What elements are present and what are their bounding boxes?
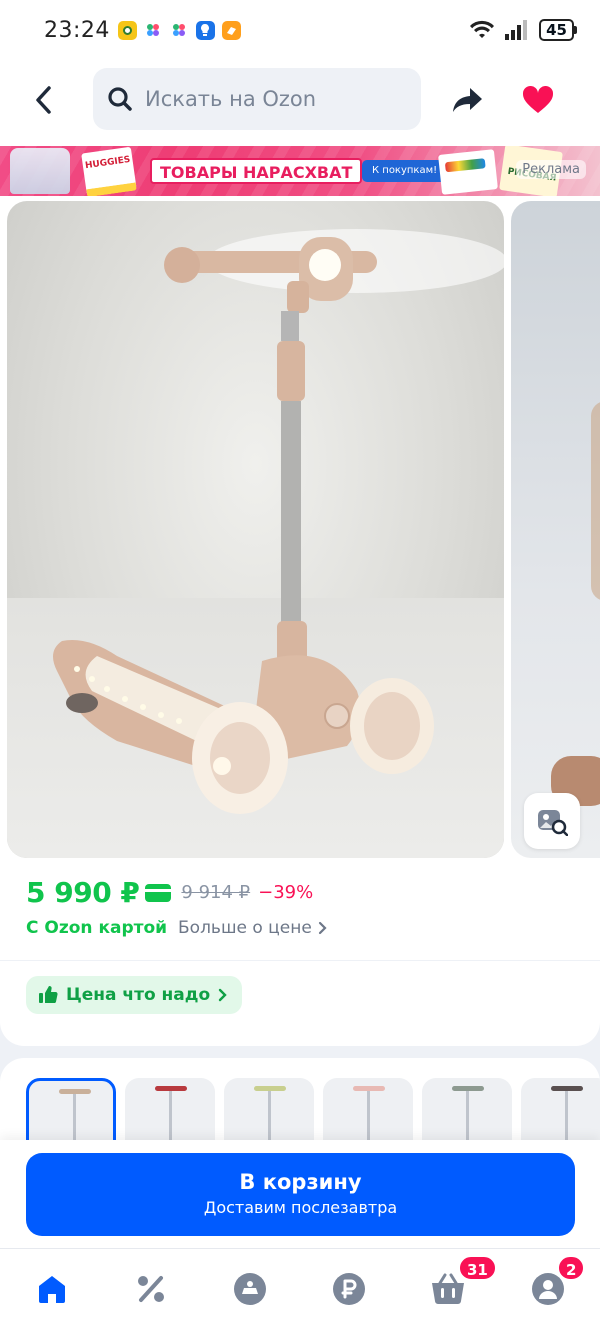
search-input[interactable]: Искать на Ozon — [93, 68, 421, 130]
back-button[interactable] — [24, 80, 64, 120]
add-to-cart-area: В корзину Доставим послезавтра — [0, 1140, 600, 1248]
chevron-right-icon — [218, 988, 227, 1002]
heart-icon — [522, 86, 554, 113]
product-photo-next[interactable] — [511, 201, 600, 858]
chevron-right-icon — [318, 921, 327, 935]
ad-label[interactable]: Реклама — [516, 160, 586, 179]
discount-percent: −39% — [258, 882, 314, 903]
banner-headline: ТОВАРЫ НАРАСХВАТ — [150, 158, 363, 184]
more-about-price-link[interactable]: Больше о цене — [178, 918, 328, 938]
share-button[interactable] — [448, 80, 488, 120]
photo-next-detail — [591, 401, 600, 601]
variant-handlebar — [452, 1086, 484, 1091]
cart-basket-icon — [432, 1273, 464, 1304]
banner-cta-button[interactable]: К покупкам! — [362, 160, 448, 182]
variant-handlebar — [551, 1086, 583, 1091]
tab-discounts[interactable] — [133, 1271, 169, 1307]
product-gallery[interactable] — [0, 196, 600, 868]
more-about-price-label: Больше о цене — [178, 918, 312, 938]
add-to-cart-label: В корзину — [239, 1170, 362, 1194]
tab-home[interactable] — [34, 1271, 70, 1307]
good-price-badge[interactable]: Цена что надо — [26, 976, 243, 1014]
find-similar-button[interactable] — [524, 793, 580, 849]
ruble-icon — [333, 1273, 365, 1305]
variant-handlebar — [155, 1086, 187, 1091]
banner-product-bottle — [10, 148, 70, 194]
share-arrow-icon — [453, 88, 482, 112]
status-bar: 23:24 45 — [0, 0, 600, 60]
app-notification-icon — [117, 20, 137, 40]
app-notification-icon — [195, 20, 215, 40]
variant-handlebar — [59, 1089, 91, 1094]
ad-banner[interactable]: HUGGIES ТОВАРЫ НАРАСХВАТ К покупкам! РИС… — [0, 146, 600, 196]
price-block: 5 990 ₽ 9 914 ₽ −39% С Ozon картой Больш… — [0, 868, 600, 1046]
current-price: 5 990 ₽ — [26, 876, 140, 909]
good-price-label: Цена что надо — [66, 985, 211, 1005]
ozon-card-icon — [145, 883, 172, 902]
old-price: 9 914 ₽ — [181, 882, 251, 903]
variant-handlebar — [254, 1086, 286, 1091]
cart-badge: 31 — [458, 1255, 497, 1281]
product-photo[interactable] — [7, 201, 504, 858]
divider — [0, 960, 600, 961]
app-notification-icon — [144, 21, 163, 40]
banner-product-huggies: HUGGIES — [81, 146, 137, 196]
ozon-card-label: С Ozon картой — [26, 918, 168, 938]
bottom-tab-bar: 31 2 — [0, 1248, 600, 1327]
chevron-left-icon — [36, 86, 51, 114]
app-notification-icon — [221, 20, 241, 40]
tab-fresh[interactable] — [232, 1271, 268, 1307]
banner-product-box — [438, 149, 498, 195]
delivery-label: Доставим послезавтра — [203, 1198, 398, 1217]
search-placeholder: Искать на Ozon — [145, 87, 317, 111]
search-icon — [108, 87, 132, 111]
top-navigation: Искать на Ozon — [0, 60, 600, 146]
app-notification-icon — [170, 21, 189, 40]
status-time: 23:24 — [44, 17, 110, 43]
battery-icon: 45 — [539, 19, 577, 41]
banner-brand-huggies: HUGGIES — [84, 154, 132, 172]
signal-icon — [505, 20, 528, 40]
add-to-cart-button[interactable]: В корзину Доставим послезавтра — [26, 1153, 575, 1236]
scooter-illustration — [53, 229, 504, 814]
wifi-icon — [470, 20, 495, 38]
favorite-button[interactable] — [518, 80, 558, 120]
home-icon — [39, 1276, 65, 1303]
variant-handlebar — [353, 1086, 385, 1091]
thumbs-up-icon — [39, 986, 58, 1003]
percent-icon — [138, 1276, 164, 1302]
price-row: 5 990 ₽ 9 914 ₽ −39% — [26, 876, 313, 909]
profile-badge: 2 — [557, 1255, 586, 1281]
fresh-icon — [234, 1273, 266, 1305]
image-search-icon — [538, 810, 568, 836]
tab-finance[interactable] — [331, 1271, 367, 1307]
status-notification-icons — [117, 20, 241, 40]
